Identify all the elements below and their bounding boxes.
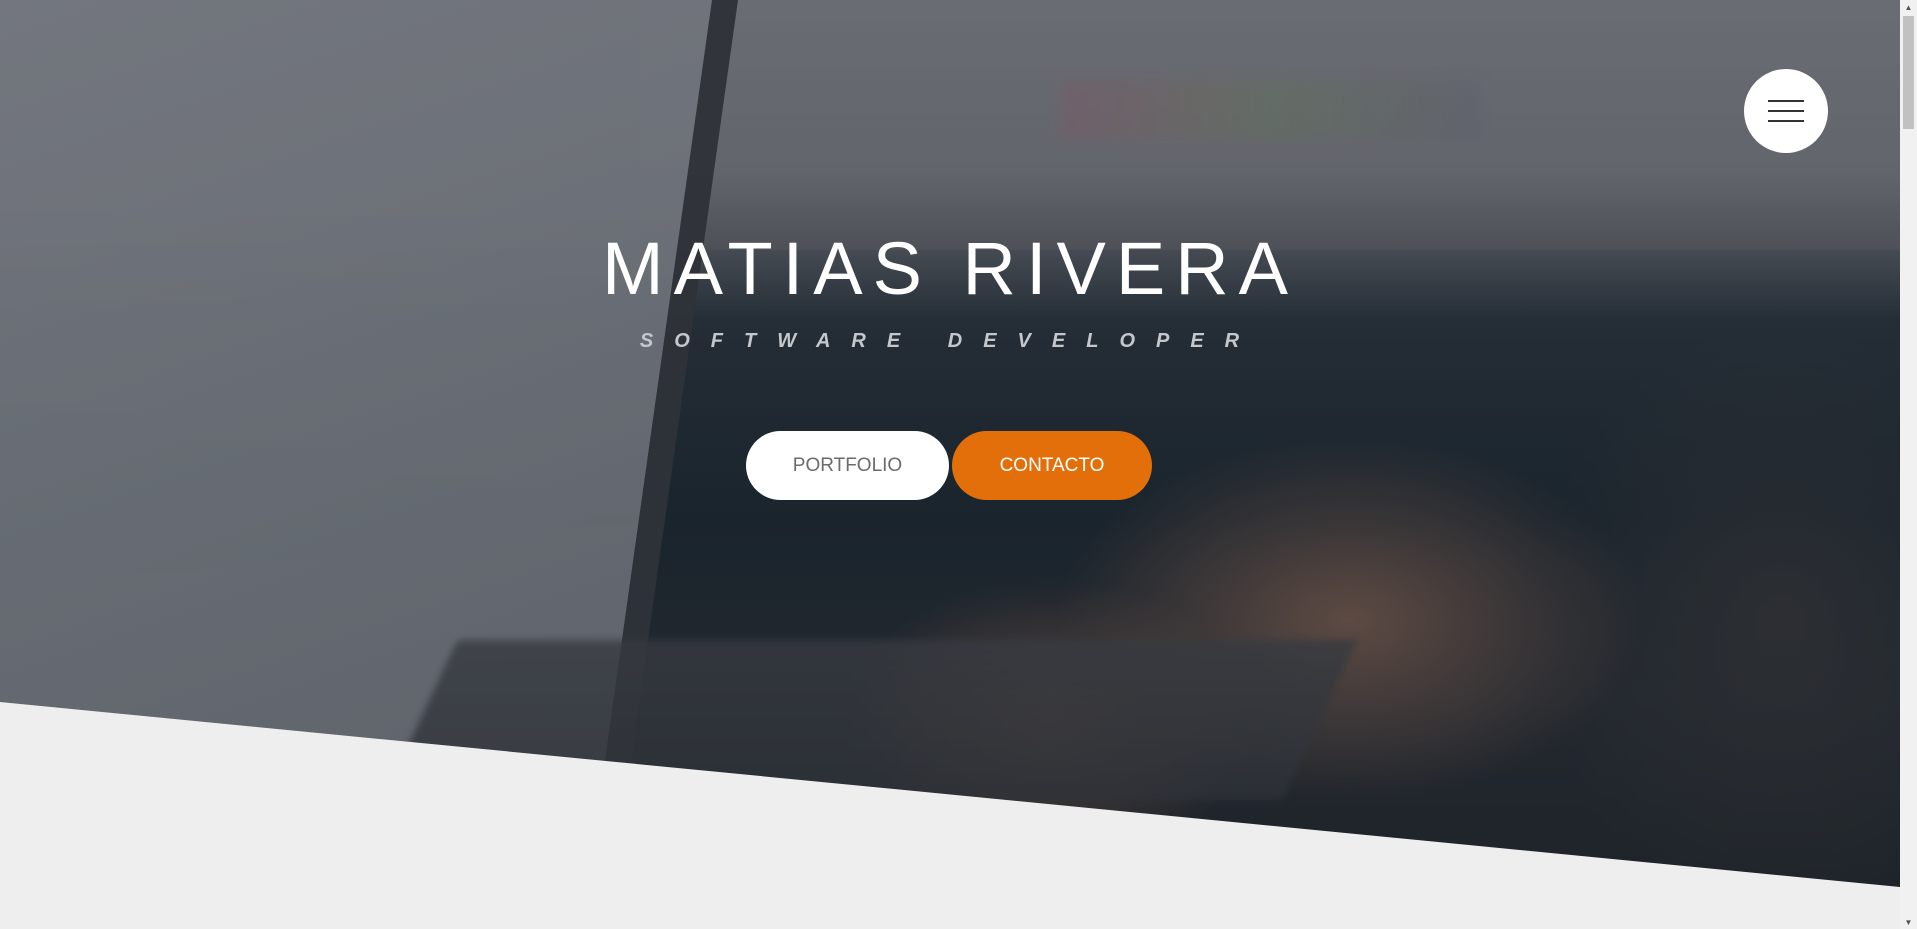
- arrow-down-icon[interactable]: ▼: [1900, 915, 1917, 929]
- arrow-up-icon[interactable]: ▲: [1900, 0, 1917, 14]
- page: MATIAS RIVERA SOFTWARE DEVELOPER PORTFOL…: [0, 0, 1917, 929]
- scrollbar-thumb[interactable]: [1903, 16, 1914, 129]
- hero-subtitle: SOFTWARE DEVELOPER: [639, 330, 1261, 352]
- hero-title: MATIAS RIVERA: [601, 227, 1299, 310]
- menu-button[interactable]: [1744, 69, 1828, 153]
- hamburger-icon: [1768, 100, 1804, 122]
- scrollbar[interactable]: ▲ ▼: [1900, 0, 1917, 929]
- portfolio-button[interactable]: PORTFOLIO: [746, 431, 949, 500]
- contacto-button[interactable]: CONTACTO: [952, 431, 1152, 500]
